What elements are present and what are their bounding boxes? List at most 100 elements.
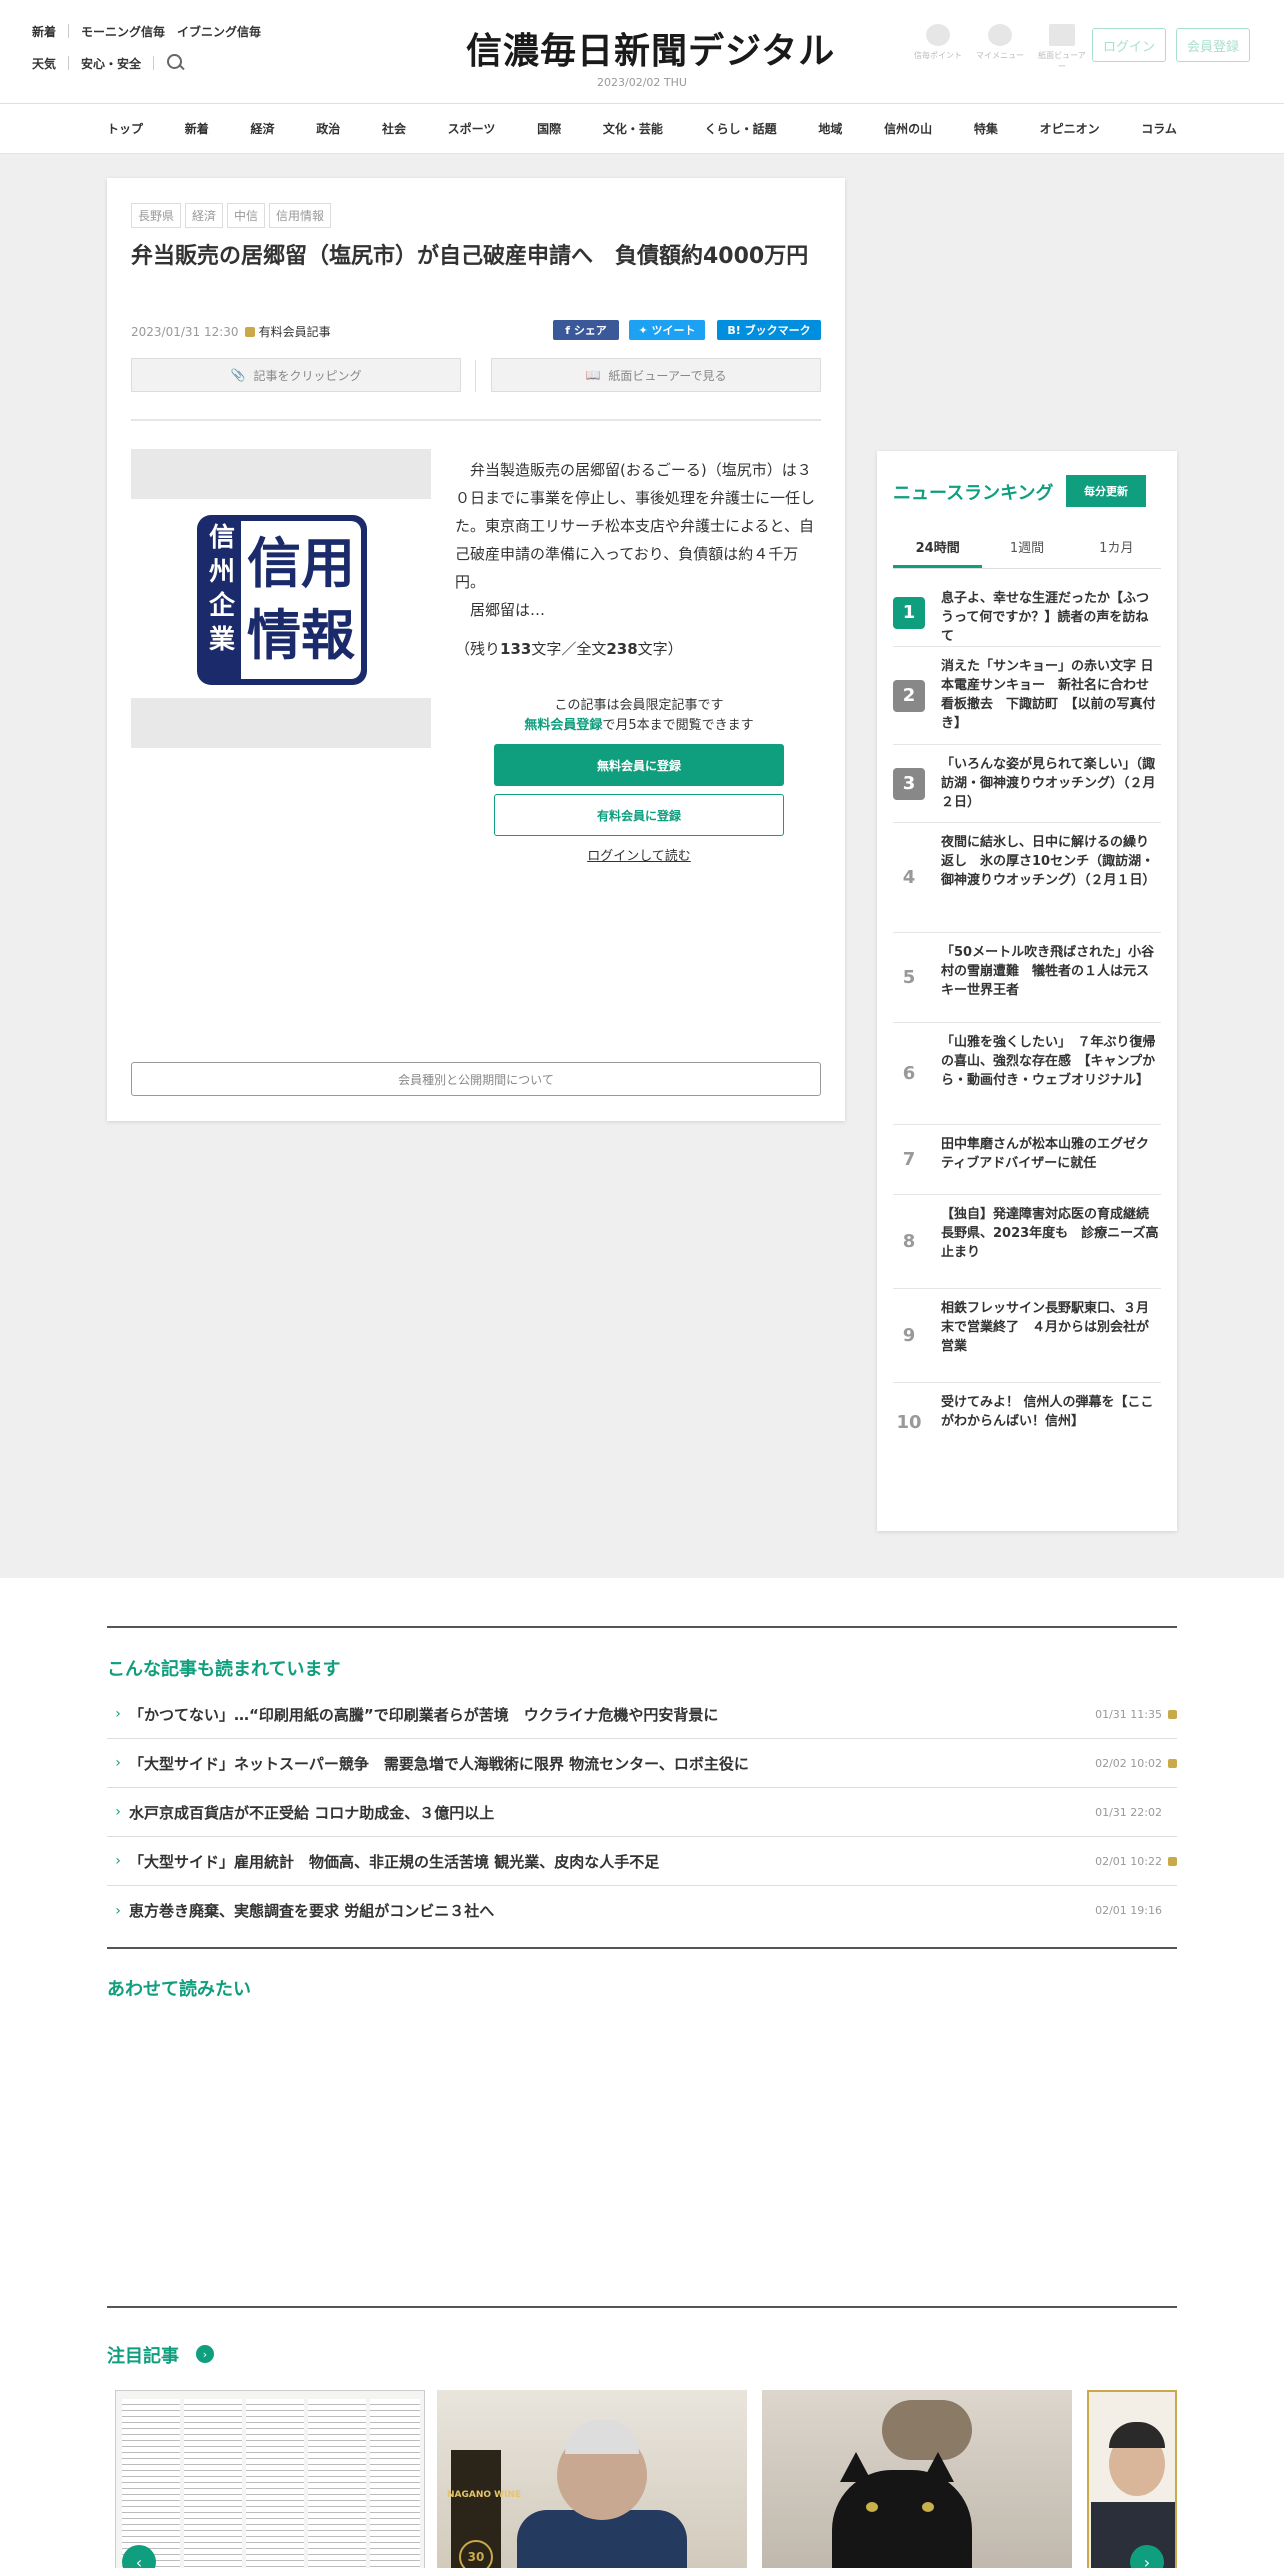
rank-number: 1 [893,596,925,629]
nav-item-international[interactable]: 国際 [537,104,561,154]
anniversary-badge: 30 [459,2540,493,2568]
image-text-right: 信用情報 [241,521,361,679]
header-date: 2023/02/02 THU [597,76,687,89]
login-button[interactable]: ログイン [1092,28,1166,62]
featured-card-person[interactable] [1087,2390,1177,2568]
ranking-item[interactable]: 6 「山雅を強くしたい」 ７年ぶり復帰の喜山、強烈な存在感 【キャンプから・動画付… [893,1023,1161,1125]
tab-1week[interactable]: 1週間 [982,535,1071,568]
main-nav: トップ 新着 経済 政治 社会 スポーツ 国際 文化・芸能 くらし・話題 地域 … [0,104,1284,154]
ranking-item[interactable]: 8 【独自】発達障害対応医の育成継続 長野県、2023年度も 診療ニーズ高止まり [893,1195,1162,1289]
featured-card-wine[interactable]: NAGANO WINE 30 [437,2390,747,2568]
divider [153,56,155,70]
mymenu-button[interactable]: マイメニュー [974,24,1026,72]
viewer-open-button[interactable]: 📖 紙面ビューアーで見る [491,358,821,392]
nav-item-culture[interactable]: 文化・芸能 [603,104,663,154]
lock-icon [1168,1758,1177,1768]
article-datetime: 2023/01/31 12:30 [131,324,239,339]
ranking-item[interactable]: 5 「50メートル吹き飛ばされた」小谷村の雪崩遭難 犠牲者の１人は元スキー世界王者 [893,933,1161,1023]
featured-card-newspaper[interactable] [115,2390,425,2568]
paragraph: 弁当製造販売の居郷留(おるごーる)（塩尻市）は３０日までに事業を停止し、事後処理… [455,461,816,591]
link-safety[interactable]: 安心・安全 [81,55,153,72]
free-register-link[interactable]: 無料会員登録 [524,718,602,733]
nav-item-society[interactable]: 社会 [382,104,406,154]
nav-item-opinion[interactable]: オピニオン [1040,104,1100,154]
ranking-text: 相鉄フレッサイン長野駅東口、３月末で営業終了 ４月からは別会社が営業 [941,1301,1150,1354]
featured-card-cat[interactable] [762,2390,1072,2568]
tag[interactable]: 長野県 [131,203,182,228]
ranking-item[interactable]: 4 夜間に結氷し、日中に解けるの繰り返し 氷の厚さ10センチ（諏訪湖・御神渡りウオ… [893,823,1161,933]
nav-item-mountains[interactable]: 信州の山 [884,104,932,154]
nav-item-column[interactable]: コラム [1141,104,1177,154]
ranking-item[interactable]: 2 消えた「サンキョー」の赤い文字 日本電産サンキョー 新社名に合わせ看板撤去 下… [893,647,1161,745]
chevron-right-icon: › [115,1902,121,1919]
link-morning[interactable]: モーニング信毎 [81,23,177,40]
chevron-right-icon: › [115,1853,121,1869]
ranking-item[interactable]: 1 息子よ、幸せな生涯だったか【ふつうって何ですか？】読者の声を訪ねて [893,579,1161,647]
clip-button[interactable]: 📎 記事をクリッピング [131,358,461,392]
chevron-right-icon[interactable]: › [196,2345,214,2363]
hatena-bookmark-button[interactable]: B! ブックマーク [717,320,821,340]
list-item[interactable]: › 恵方巻き廃棄、実態調査を要求 労組がコンビニ３社へ 02/01 19:16 [107,1886,1177,1935]
ranking-item[interactable]: 3 「いろんな姿が見られて楽しい」（諏訪湖・御神渡りウオッチング）（２月２日） [893,745,1161,823]
ranking-item[interactable]: 10 受けてみよ！ 信州人の弾幕を【ここがわからんばい！信州】 [893,1383,1161,1461]
ranking-item[interactable]: 9 相鉄フレッサイン長野駅東口、３月末で営業終了 ４月からは別会社が営業 [893,1289,1161,1383]
member-only-notice: この記事は会員限定記事です 無料会員登録で月5本まで閲覧できます [524,698,754,733]
item-title: 水戸京成百貨店が不正受給 コロナ助成金、３億円以上 [129,1803,495,1822]
membership-info-button[interactable]: 会員種別と公開期間について [131,1062,821,1096]
tag[interactable]: 中信 [227,203,266,228]
link-weather[interactable]: 天気 [32,55,68,72]
link-latest[interactable]: 新着 [32,23,68,40]
search-icon[interactable] [166,53,186,73]
rank-number: 7 [902,1149,916,1170]
nav-item-economy[interactable]: 経済 [250,104,274,154]
item-date: 01/31 22:02 [1095,1805,1162,1819]
ranking-list: 1 息子よ、幸せな生涯だったか【ふつうって何ですか？】読者の声を訪ねて 2 消えた「… [893,579,1162,1461]
ranking-title: ニュースランキング [893,483,1054,504]
logo-text: 信濃毎日新聞デジタル [466,30,836,72]
lock-icon [1168,1856,1177,1866]
list-item[interactable]: › 「大型サイド」ネットスーパー競争 需要急増で人海戦術に限界 物流センター、ロボ… [107,1739,1177,1788]
ranking-item[interactable]: 7 田中隼磨さんが松本山雅のエグゼクティブアドバイザーに就任 [893,1125,1161,1195]
site-logo[interactable]: 信濃毎日新聞デジタル 2023/02/02 THU [466,22,836,89]
points-button[interactable]: 信毎ポイント [912,24,964,72]
facebook-share-button[interactable]: f シェア [553,320,619,340]
chevron-right-icon: › [115,1804,121,1820]
paid-member-register-button[interactable]: 有料会員に登録 [494,794,784,836]
section-divider [107,1626,1177,1628]
tag[interactable]: 信用情報 [269,203,332,228]
item-date: 02/02 10:02 [1095,1756,1162,1770]
nav-item-sports[interactable]: スポーツ [448,104,496,154]
divider [131,419,821,421]
link-evening[interactable]: イブニング信毎 [177,23,273,40]
tag[interactable]: 経済 [185,203,224,228]
tab-1month[interactable]: 1カ月 [1072,535,1161,568]
list-item[interactable]: › 「大型サイド」雇用統計 物価高、非正規の生活苦境 観光業、皮肉な人手不足 02/… [107,1837,1177,1886]
rank-number: 10 [896,1411,922,1433]
also-read-list: › 「かつてない」…“印刷用紙の高騰”で印刷業者らが苦境 ウクライナ危機や円安背景… [107,1690,1177,1935]
login-to-read-link[interactable]: ログインして読む [494,845,784,864]
nav-item-politics[interactable]: 政治 [316,104,340,154]
nav-item-region[interactable]: 地域 [818,104,842,154]
nav-item-life[interactable]: くらし・話題 [705,104,777,154]
list-item[interactable]: › 水戸京成百貨店が不正受給 コロナ助成金、３億円以上 01/31 22:02 [107,1788,1177,1837]
list-item[interactable]: › 「かつてない」…“印刷用紙の高騰”で印刷業者らが苦境 ウクライナ危機や円安背景… [107,1690,1177,1739]
article-meta: 2023/01/31 12:30 有料会員記事 [131,323,331,340]
nav-item-latest[interactable]: 新着 [185,104,209,154]
twitter-share-button[interactable]: ✦ ツイート [629,320,705,340]
item-date: 02/01 19:16 [1095,1904,1162,1917]
site-header: 新着 モーニング信毎 イブニング信毎 天気 安心・安全 信濃毎日新聞デジタル 2… [0,0,1284,104]
user-icon [988,24,1012,46]
article-card: 長野県 経済 中信 信用情報 弁当販売の居郷留（塩尻市）が自己破産申請へ 負債額… [107,178,845,1121]
free-member-register-button[interactable]: 無料会員に登録 [494,744,784,786]
rank-number: 6 [902,1063,916,1084]
viewer-button[interactable]: 紙面ビューアー [1036,24,1088,72]
tab-24h[interactable]: 24時間 [893,535,983,568]
section-divider [107,2306,1177,2308]
nav-item-top[interactable]: トップ [107,104,143,154]
together-title: あわせて読みたい [107,1979,251,2000]
register-button[interactable]: 会員登録 [1176,28,1250,62]
divider [68,56,70,70]
nav-item-special[interactable]: 特集 [974,104,998,154]
news-ranking: ニュースランキング 毎分更新 24時間 1週間 1カ月 1 息子よ、幸せな生涯だっ… [877,451,1177,1531]
ranking-text: 受けてみよ！ 信州人の弾幕を【ここがわからんばい！信州】 [941,1395,1154,1429]
